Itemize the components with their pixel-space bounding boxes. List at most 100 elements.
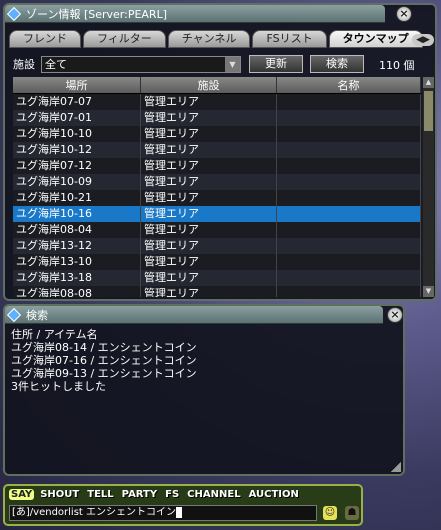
zone-close-button[interactable]: × bbox=[396, 6, 412, 22]
table-body: ユグ海岸07-07 管理エリア ユグ海岸07-01 管理エリア ユグ海岸10-10 管理エ… bbox=[13, 94, 421, 297]
table-row[interactable]: ユグ海岸07-12 管理エリア bbox=[13, 158, 421, 174]
cell-location: ユグ海岸13-18 bbox=[13, 270, 141, 286]
update-button[interactable]: 更新 bbox=[249, 55, 303, 73]
table-row[interactable]: ユグ海岸10-10 管理エリア bbox=[13, 126, 421, 142]
close-icon: × bbox=[390, 308, 400, 321]
chat-tab-channel[interactable]: CHANNEL bbox=[185, 489, 242, 500]
table-row[interactable]: ユグ海岸10-21 管理エリア bbox=[13, 190, 421, 206]
cell-location: ユグ海岸13-10 bbox=[13, 254, 141, 270]
scroll-up-icon[interactable]: ▲ bbox=[423, 77, 434, 88]
search-window: 検索 × 住所 / アイテム名 ユグ海岸08-14 / エンシェントコイン ユグ… bbox=[3, 304, 405, 476]
column-name[interactable]: 名称 bbox=[277, 77, 421, 93]
zone-info-window: ゾーン情報 [Server:PEARL] × フレンド フィルター チャンネル … bbox=[3, 3, 437, 301]
cell-facility: 管理エリア bbox=[141, 174, 277, 190]
search-close-button[interactable]: × bbox=[387, 307, 403, 323]
zone-tabs: フレンド フィルター チャンネル FSリスト タウンマップ bbox=[9, 30, 425, 48]
cell-name bbox=[277, 110, 421, 126]
cell-facility: 管理エリア bbox=[141, 158, 277, 174]
result-line: ユグ海岸07-16 / エンシェントコイン bbox=[11, 354, 197, 367]
facility-select-value: 全て bbox=[45, 57, 67, 71]
chat-tab-fs[interactable]: FS bbox=[163, 489, 181, 500]
search-title-bar[interactable]: 検索 bbox=[5, 306, 383, 324]
facility-filter-row: 施設 全て ▼ bbox=[13, 55, 241, 73]
cell-location: ユグ海岸10-12 bbox=[13, 142, 141, 158]
table-row[interactable]: ユグ海岸08-04 管理エリア bbox=[13, 222, 421, 238]
tab-town-map[interactable]: タウンマップ bbox=[328, 30, 423, 48]
table-row[interactable]: ユグ海岸10-09 管理エリア bbox=[13, 174, 421, 190]
cell-facility: 管理エリア bbox=[141, 190, 277, 206]
result-line: 住所 / アイテム名 bbox=[11, 328, 98, 341]
zone-window-title: ゾーン情報 [Server:PEARL] bbox=[26, 7, 167, 21]
chat-tabs: SAY SHOUT TELL PARTY FS CHANNEL AUCTION bbox=[9, 489, 305, 500]
cell-name bbox=[277, 222, 421, 238]
chat-input[interactable]: [あ]/vendorlist エンシェントコイン bbox=[9, 505, 317, 521]
cell-location: ユグ海岸08-08 bbox=[13, 286, 141, 297]
table-row[interactable]: ユグ海岸10-16 管理エリア bbox=[13, 206, 421, 222]
chat-tab-say[interactable]: SAY bbox=[9, 489, 35, 500]
cell-name bbox=[277, 190, 421, 206]
cell-name bbox=[277, 94, 421, 110]
resize-grip-icon[interactable] bbox=[391, 462, 401, 472]
table-row[interactable]: ユグ海岸07-01 管理エリア bbox=[13, 110, 421, 126]
cell-name bbox=[277, 142, 421, 158]
table-row[interactable]: ユグ海岸08-08 管理エリア bbox=[13, 286, 421, 297]
cell-facility: 管理エリア bbox=[141, 238, 277, 254]
cell-name bbox=[277, 238, 421, 254]
cell-name bbox=[277, 206, 421, 222]
chat-tab-shout[interactable]: SHOUT bbox=[38, 489, 81, 500]
result-count: 110 個 bbox=[379, 59, 415, 72]
window-diamond-icon bbox=[6, 6, 22, 21]
facility-filter-label: 施設 bbox=[13, 58, 35, 71]
table-row[interactable]: ユグ海岸07-07 管理エリア bbox=[13, 94, 421, 110]
cell-facility: 管理エリア bbox=[141, 206, 277, 222]
cell-location: ユグ海岸07-01 bbox=[13, 110, 141, 126]
tab-fs-list[interactable]: FSリスト bbox=[252, 30, 327, 48]
cell-location: ユグ海岸10-21 bbox=[13, 190, 141, 206]
cell-location: ユグ海岸07-07 bbox=[13, 94, 141, 110]
tab-scroll-arrows[interactable]: ◀▶ bbox=[412, 34, 434, 46]
smiley-icon[interactable]: ☺ bbox=[323, 506, 337, 520]
scrollbar-thumb[interactable] bbox=[424, 91, 433, 131]
result-line: ユグ海岸08-14 / エンシェントコイン bbox=[11, 341, 197, 354]
tab-friend[interactable]: フレンド bbox=[9, 30, 81, 48]
cell-location: ユグ海岸10-16 bbox=[13, 206, 141, 222]
table-row[interactable]: ユグ海岸10-12 管理エリア bbox=[13, 142, 421, 158]
cell-name bbox=[277, 270, 421, 286]
cell-location: ユグ海岸07-12 bbox=[13, 158, 141, 174]
search-button[interactable]: 検索 bbox=[310, 55, 364, 73]
column-facility[interactable]: 施設 bbox=[141, 77, 277, 93]
search-results: 住所 / アイテム名 ユグ海岸08-14 / エンシェントコイン ユグ海岸07-… bbox=[11, 328, 401, 393]
cell-facility: 管理エリア bbox=[141, 270, 277, 286]
cell-facility: 管理エリア bbox=[141, 254, 277, 270]
table-row[interactable]: ユグ海岸13-12 管理エリア bbox=[13, 238, 421, 254]
cell-facility: 管理エリア bbox=[141, 126, 277, 142]
avatar-icon[interactable]: ☗ bbox=[345, 506, 359, 520]
cell-location: ユグ海岸13-12 bbox=[13, 238, 141, 254]
column-location[interactable]: 場所 bbox=[13, 77, 141, 93]
tab-filter[interactable]: フィルター bbox=[83, 30, 166, 48]
table-row[interactable]: ユグ海岸13-10 管理エリア bbox=[13, 254, 421, 270]
cell-name bbox=[277, 158, 421, 174]
zone-title-bar[interactable]: ゾーン情報 [Server:PEARL] bbox=[5, 5, 385, 23]
tab-channel[interactable]: チャンネル bbox=[167, 30, 251, 48]
table-row[interactable]: ユグ海岸13-18 管理エリア bbox=[13, 270, 421, 286]
chat-tab-party[interactable]: PARTY bbox=[120, 489, 159, 500]
cell-location: ユグ海岸10-10 bbox=[13, 126, 141, 142]
cell-name bbox=[277, 254, 421, 270]
cell-location: ユグ海岸08-04 bbox=[13, 222, 141, 238]
close-icon: × bbox=[399, 7, 409, 20]
scroll-down-icon[interactable]: ▼ bbox=[423, 286, 434, 297]
cell-facility: 管理エリア bbox=[141, 110, 277, 126]
cell-name bbox=[277, 126, 421, 142]
chat-tab-auction[interactable]: AUCTION bbox=[247, 489, 301, 500]
facility-table: 場所 施設 名称 ユグ海岸07-07 管理エリア ユグ海岸07-01 管理エリア ユグ海… bbox=[13, 77, 421, 297]
table-scrollbar[interactable]: ▲ ▼ bbox=[423, 77, 434, 297]
facility-select[interactable]: 全て ▼ bbox=[41, 55, 241, 73]
chat-bar: SAY SHOUT TELL PARTY FS CHANNEL AUCTION … bbox=[3, 484, 363, 526]
chat-tab-tell[interactable]: TELL bbox=[85, 489, 115, 500]
cell-name bbox=[277, 174, 421, 190]
cell-facility: 管理エリア bbox=[141, 286, 277, 297]
text-cursor bbox=[176, 506, 183, 518]
cell-facility: 管理エリア bbox=[141, 94, 277, 110]
search-window-title: 検索 bbox=[26, 308, 48, 322]
